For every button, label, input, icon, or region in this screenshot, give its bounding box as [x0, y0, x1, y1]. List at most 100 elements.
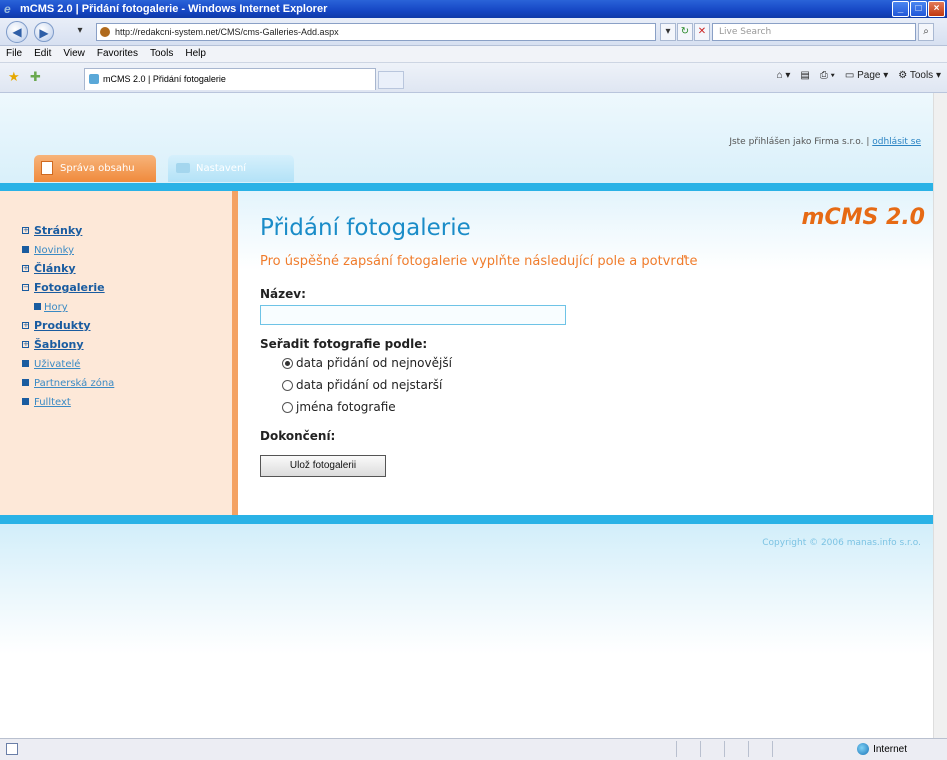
- save-gallery-button[interactable]: Ulož fotogalerii: [260, 455, 386, 477]
- favorites-star-icon[interactable]: ★: [8, 70, 20, 85]
- security-zone[interactable]: Internet: [857, 743, 907, 755]
- history-dropdown-icon[interactable]: ▾: [72, 23, 88, 41]
- sort-label: Seřadit fotografie podle:: [260, 337, 428, 351]
- sidebar-item-clanky[interactable]: + Články: [22, 259, 114, 278]
- sort-option-label: jména fotografie: [296, 400, 396, 414]
- search-placeholder: Live Search: [719, 27, 772, 37]
- add-favorite-icon[interactable]: ✚: [30, 70, 41, 85]
- ie-logo-icon: e: [4, 2, 11, 16]
- menu-edit[interactable]: Edit: [34, 46, 51, 62]
- sidebar-item-novinky[interactable]: Novinky: [22, 240, 114, 259]
- menu-file[interactable]: File: [6, 46, 22, 62]
- cms-header: Jste přihlášen jako Firma s.r.o. | odhlá…: [0, 93, 933, 183]
- bullet-icon: [22, 246, 29, 253]
- menu-tools[interactable]: Tools: [150, 46, 173, 62]
- sort-option-oldest[interactable]: data přidání od nejstarší: [282, 378, 442, 392]
- stop-icon[interactable]: ✕: [694, 23, 710, 41]
- maximize-button[interactable]: □: [910, 1, 927, 17]
- footer-divider: [0, 515, 933, 524]
- status-bar: Internet: [0, 738, 947, 760]
- tab-toolbar: ★ ✚ mCMS 2.0 | Přidání fotogalerie ⌂ ▾ ▤…: [0, 63, 947, 93]
- expand-icon[interactable]: +: [22, 265, 29, 272]
- sidebar-item-uzivatele[interactable]: Uživatelé: [22, 354, 114, 373]
- sidebar-item-stranky[interactable]: + Stránky: [22, 221, 114, 240]
- name-label: Název:: [260, 287, 306, 301]
- sidebar-item-label[interactable]: Uživatelé: [34, 359, 80, 370]
- logged-in-text: Jste přihlášen jako Firma s.r.o. |: [729, 137, 870, 147]
- status-separator: [772, 741, 773, 757]
- header-divider: [0, 183, 933, 191]
- logout-link[interactable]: odhlásit se: [872, 137, 921, 147]
- sidebar-item-label[interactable]: Novinky: [34, 245, 74, 256]
- menu-favorites[interactable]: Favorites: [97, 46, 138, 62]
- security-zone-label: Internet: [873, 743, 907, 755]
- address-dropdown-icon[interactable]: ▾: [660, 23, 676, 41]
- collapse-icon[interactable]: −: [22, 284, 29, 291]
- document-icon: [41, 161, 53, 175]
- page-menu[interactable]: ▭ Page ▾: [845, 70, 888, 81]
- address-input[interactable]: http://redakcni-system.net/CMS/cms-Galle…: [96, 23, 656, 41]
- print-icon[interactable]: ⎙ ▾: [820, 70, 835, 81]
- globe-icon: [857, 743, 870, 755]
- command-bar: ⌂ ▾ ▤ ⎙ ▾ ▭ Page ▾ ⚙ Tools ▾: [777, 70, 941, 81]
- footer: Copyright © 2006 manas.info s.r.o.: [0, 524, 933, 738]
- radio-icon[interactable]: [282, 379, 293, 391]
- sidebar-item-label[interactable]: Stránky: [34, 224, 82, 237]
- bullet-icon: [22, 360, 29, 367]
- expand-icon[interactable]: +: [22, 227, 29, 234]
- name-input[interactable]: [260, 305, 566, 325]
- search-icon[interactable]: ⌕: [918, 23, 934, 41]
- login-info: Jste přihlášen jako Firma s.r.o. | odhlá…: [729, 137, 921, 147]
- sidebar-item-sablony[interactable]: + Šablony: [22, 335, 114, 354]
- sort-option-newest[interactable]: data přidání od nejnovější: [282, 356, 452, 370]
- sort-option-name[interactable]: jména fotografie: [282, 400, 396, 414]
- status-separator: [700, 741, 701, 757]
- sidebar-item-label[interactable]: Hory: [44, 302, 68, 313]
- address-toolbar: ◀ ▶ ▾ http://redakcni-system.net/CMS/cms…: [0, 18, 947, 46]
- refresh-icon[interactable]: ↻: [677, 23, 693, 41]
- sidebar-item-produkty[interactable]: + Produkty: [22, 316, 114, 335]
- sidebar-item-label[interactable]: Šablony: [34, 338, 84, 351]
- menu-help[interactable]: Help: [185, 46, 206, 62]
- copyright-text: Copyright © 2006 manas.info s.r.o.: [762, 538, 921, 548]
- sidebar-item-fulltext[interactable]: Fulltext: [22, 392, 114, 411]
- new-tab-button[interactable]: [378, 71, 404, 89]
- address-url: http://redakcni-system.net/CMS/cms-Galle…: [115, 27, 339, 37]
- tab-content-management[interactable]: Správa obsahu: [34, 155, 156, 182]
- window-title: mCMS 2.0 | Přidání fotogalerie - Windows…: [20, 3, 328, 15]
- tab-settings[interactable]: Nastavení: [168, 155, 294, 182]
- back-button[interactable]: ◀: [6, 21, 28, 43]
- feeds-icon[interactable]: ▤: [800, 70, 809, 81]
- page-menu-label: Page: [857, 70, 881, 81]
- expand-icon[interactable]: +: [22, 341, 29, 348]
- page-subtitle: Pro úspěšné zapsání fotogalerie vyplňte …: [260, 254, 698, 269]
- tab-settings-label: Nastavení: [196, 163, 247, 174]
- home-icon[interactable]: ⌂ ▾: [777, 70, 791, 81]
- tab-favicon-icon: [89, 74, 99, 84]
- sidebar-item-partnerska-zona[interactable]: Partnerská zóna: [22, 373, 114, 392]
- browser-tab[interactable]: mCMS 2.0 | Přidání fotogalerie: [84, 68, 376, 90]
- expand-icon[interactable]: +: [22, 322, 29, 329]
- sidebar-item-label[interactable]: Fotogalerie: [34, 281, 105, 294]
- close-button[interactable]: ×: [928, 1, 945, 17]
- radio-selected-icon[interactable]: [282, 357, 293, 369]
- sidebar-item-label[interactable]: Fulltext: [34, 397, 71, 408]
- forward-button[interactable]: ▶: [34, 22, 54, 42]
- sort-option-label: data přidání od nejnovější: [296, 356, 452, 370]
- minimize-button[interactable]: _: [892, 1, 909, 17]
- browser-tab-label: mCMS 2.0 | Přidání fotogalerie: [103, 74, 226, 84]
- status-separator: [748, 741, 749, 757]
- sidebar-item-label[interactable]: Produkty: [34, 319, 91, 332]
- menu-view[interactable]: View: [63, 46, 85, 62]
- sidebar-item-fotogalerie[interactable]: − Fotogalerie: [22, 278, 114, 297]
- radio-icon[interactable]: [282, 401, 293, 413]
- bullet-icon: [34, 303, 41, 310]
- sidebar-item-label[interactable]: Partnerská zóna: [34, 378, 114, 389]
- window-titlebar: e mCMS 2.0 | Přidání fotogalerie - Windo…: [0, 0, 947, 18]
- tools-menu[interactable]: ⚙ Tools ▾: [898, 70, 941, 81]
- vertical-scrollbar[interactable]: [933, 93, 947, 738]
- sidebar-item-label[interactable]: Články: [34, 262, 76, 275]
- bullet-icon: [22, 398, 29, 405]
- search-input[interactable]: Live Search: [712, 23, 916, 41]
- sidebar-item-hory[interactable]: Hory: [22, 297, 114, 316]
